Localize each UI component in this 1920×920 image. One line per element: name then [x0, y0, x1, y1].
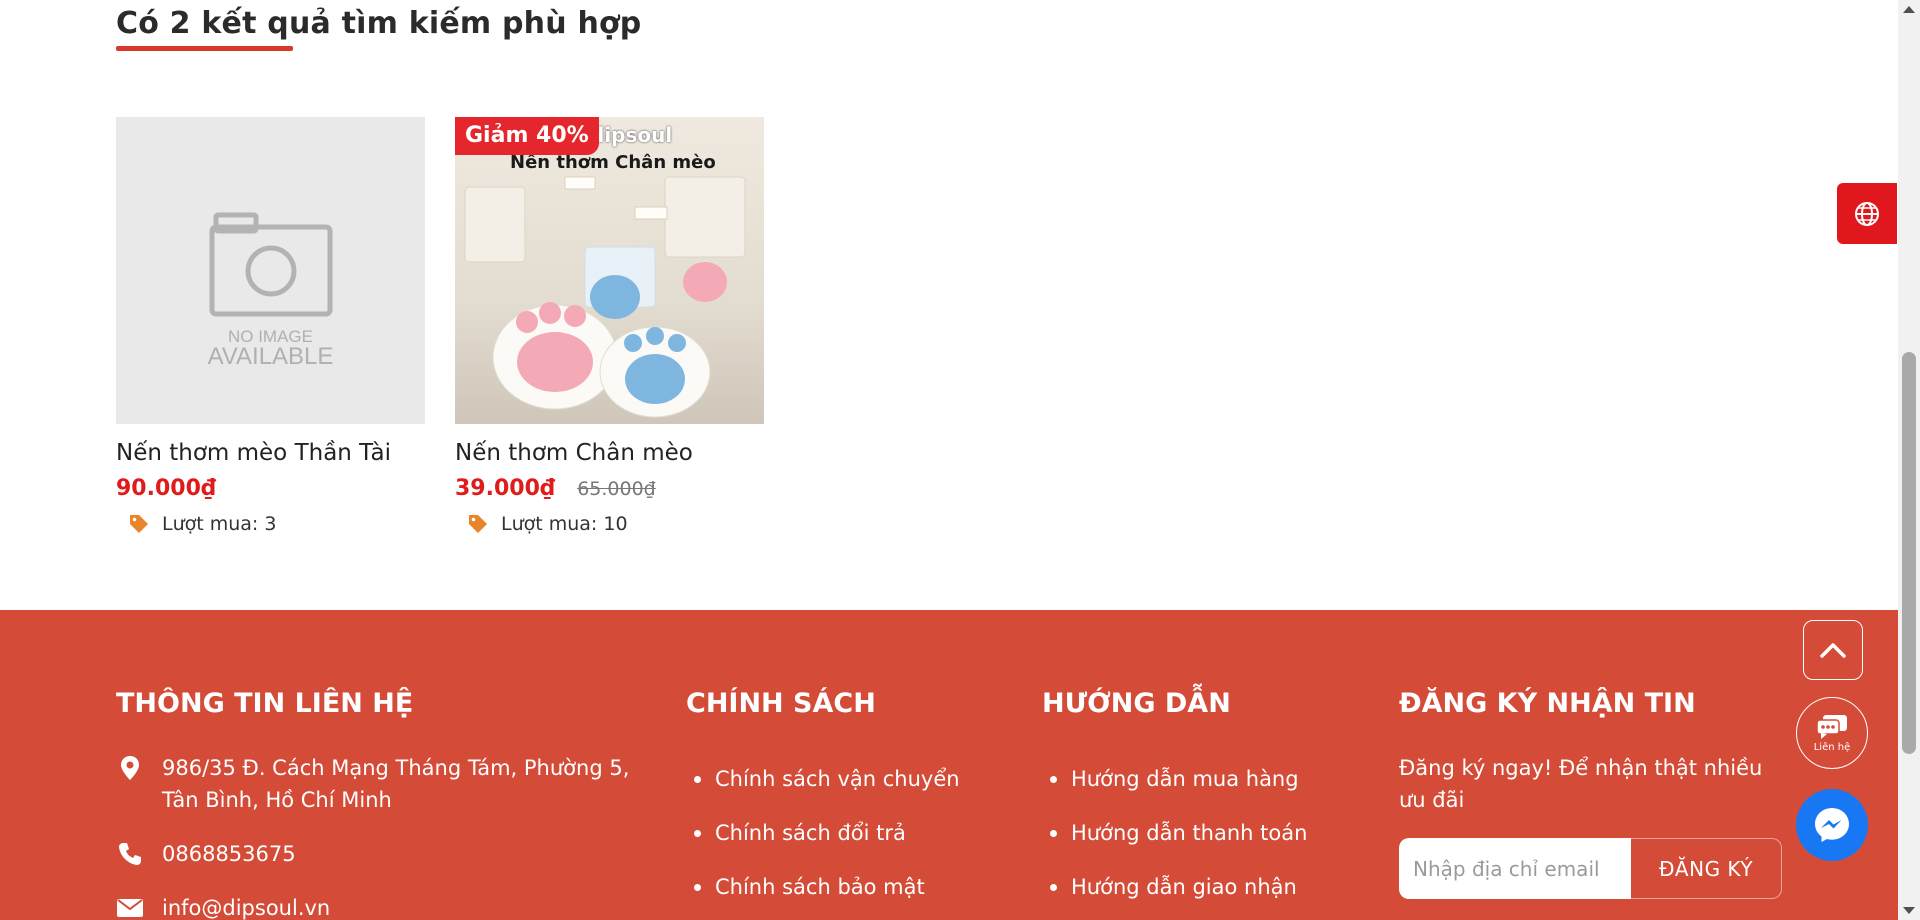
contact-phone[interactable]: 0868853675 — [116, 838, 296, 870]
policy-links: Chính sách vận chuyển Chính sách đổi trả… — [694, 752, 960, 914]
guide-title: HƯỚNG DẪN — [1042, 688, 1231, 719]
newsletter-form: ĐĂNG KÝ — [1399, 838, 1782, 899]
messenger-icon — [1815, 808, 1849, 842]
guide-links: Hướng dẫn mua hàng Hướng dẫn thanh toán … — [1050, 752, 1307, 914]
email-input[interactable] — [1399, 838, 1631, 899]
scrollbar-thumb[interactable] — [1902, 352, 1916, 754]
policy-link-privacy[interactable]: Chính sách bảo mật — [694, 860, 960, 914]
sold-count-label: Lượt mua: 10 — [501, 513, 628, 535]
product-image[interactable]: dipsoul Nến thơm Chân mèo Giảm 40% — [455, 117, 764, 424]
policy-link-returns[interactable]: Chính sách đổi trả — [694, 806, 960, 860]
contact-phone-text[interactable]: 0868853675 — [162, 838, 296, 870]
guide-link-purchase[interactable]: Hướng dẫn mua hàng — [1050, 752, 1307, 806]
globe-icon — [1855, 201, 1879, 226]
sold-count: Lượt mua: 10 — [467, 513, 764, 535]
photo-caption: Nến thơm Chân mèo — [510, 152, 716, 173]
chevron-up-icon — [1820, 643, 1846, 658]
original-price: 65.000₫ — [577, 478, 656, 500]
phone-icon — [119, 843, 141, 865]
camera-icon — [209, 212, 333, 317]
contact-title: THÔNG TIN LIÊN HỆ — [116, 688, 414, 719]
policy-title: CHÍNH SÁCH — [686, 688, 876, 719]
heading-underline — [116, 46, 293, 51]
contact-address: 986/35 Đ. Cách Mạng Tháng Tám, Phường 5,… — [116, 752, 656, 816]
price-row: 90.000₫ — [116, 476, 425, 501]
language-button[interactable] — [1837, 183, 1897, 244]
newsletter-title: ĐĂNG KÝ NHẬN TIN — [1399, 688, 1696, 719]
chat-bubbles-icon — [1816, 714, 1847, 739]
sold-count: Lượt mua: 3 — [128, 513, 425, 535]
product-price: 90.000₫ — [116, 476, 217, 501]
contact-email[interactable]: info@dipsoul.vn — [116, 892, 330, 920]
guide-link-delivery[interactable]: Hướng dẫn giao nhận — [1050, 860, 1307, 914]
sold-count-label: Lượt mua: 3 — [162, 513, 277, 535]
subscribe-button[interactable]: ĐĂNG KÝ — [1631, 838, 1782, 899]
newsletter-description: Đăng ký ngay! Để nhận thật nhiều ưu đãi — [1399, 756, 1763, 812]
discount-badge: Giảm 40% — [455, 117, 599, 155]
tag-icon — [130, 515, 148, 533]
messenger-button[interactable] — [1796, 789, 1868, 861]
contact-address-text: 986/35 Đ. Cách Mạng Tháng Tám, Phường 5,… — [162, 756, 630, 812]
search-results-heading: Có 2 kết quả tìm kiếm phù hợp — [116, 6, 642, 41]
available-text: AVAILABLE — [207, 343, 334, 370]
product-name[interactable]: Nến thơm Chân mèo — [455, 440, 764, 466]
footer: THÔNG TIN LIÊN HỆ CHÍNH SÁCH HƯỚNG DẪN Đ… — [0, 610, 1898, 920]
photo-brand-text: dipsoul — [590, 123, 673, 147]
scroll-up-arrow[interactable] — [1903, 6, 1915, 13]
scroll-down-arrow[interactable] — [1903, 907, 1915, 914]
contact-button[interactable]: Liên hệ — [1796, 697, 1868, 769]
policy-link-shipping[interactable]: Chính sách vận chuyển — [694, 752, 960, 806]
contact-email-text[interactable]: info@dipsoul.vn — [162, 892, 330, 920]
product-image-placeholder[interactable]: NO IMAGE AVAILABLE — [116, 117, 425, 424]
map-pin-icon — [121, 756, 139, 780]
product-price: 39.000₫ — [455, 476, 556, 501]
scroll-to-top-button[interactable] — [1803, 620, 1863, 680]
price-row: 39.000₫ 65.000₫ — [455, 476, 764, 501]
product-card[interactable]: dipsoul Nến thơm Chân mèo Giảm 40% Nến t… — [455, 117, 764, 535]
mail-icon — [117, 899, 143, 917]
product-card[interactable]: NO IMAGE AVAILABLE Nến thơm mèo Thần Tài… — [116, 117, 425, 535]
contact-button-label: Liên hệ — [1813, 741, 1851, 753]
guide-link-payment[interactable]: Hướng dẫn thanh toán — [1050, 806, 1307, 860]
product-name[interactable]: Nến thơm mèo Thần Tài — [116, 440, 425, 466]
tag-icon — [469, 515, 487, 533]
